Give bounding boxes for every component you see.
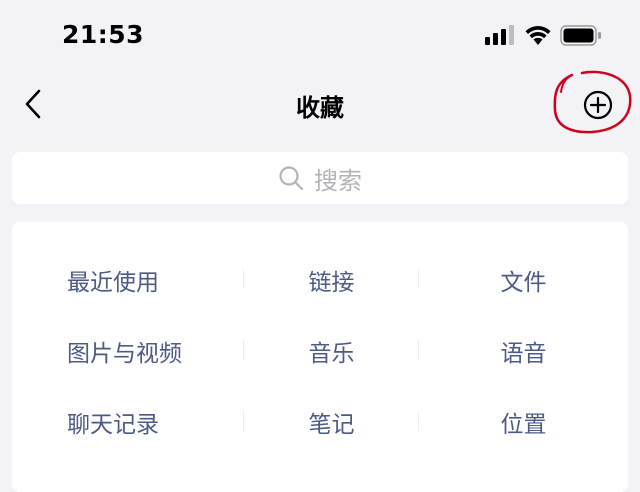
category-label: 图片与视频 bbox=[67, 340, 182, 367]
category-label: 语音 bbox=[500, 340, 547, 367]
category-grid: 最近使用 链接 文件 图片与视频 音乐 语音 聊天记录 笔记 位置 bbox=[12, 244, 628, 457]
page-title: 收藏 bbox=[296, 94, 344, 122]
category-label: 音乐 bbox=[308, 340, 355, 367]
search-input[interactable]: 搜索 bbox=[12, 152, 628, 204]
search-icon bbox=[279, 166, 304, 191]
cellular-signal-icon bbox=[485, 25, 514, 45]
category-label: 聊天记录 bbox=[67, 411, 159, 438]
category-label: 位置 bbox=[500, 411, 547, 438]
category-voice[interactable]: 语音 bbox=[419, 315, 628, 386]
category-panel: 最近使用 链接 文件 图片与视频 音乐 语音 聊天记录 笔记 位置 bbox=[12, 222, 628, 492]
category-recent[interactable]: 最近使用 bbox=[12, 244, 244, 315]
category-label: 最近使用 bbox=[67, 269, 159, 296]
navigation-bar: 收藏 bbox=[0, 70, 640, 140]
category-location[interactable]: 位置 bbox=[419, 386, 628, 457]
category-notes[interactable]: 笔记 bbox=[244, 386, 419, 457]
wifi-icon bbox=[525, 25, 551, 45]
category-links[interactable]: 链接 bbox=[244, 244, 419, 315]
category-label: 链接 bbox=[308, 269, 355, 296]
battery-icon bbox=[560, 25, 601, 46]
category-photos-videos[interactable]: 图片与视频 bbox=[12, 315, 244, 386]
category-label: 笔记 bbox=[308, 411, 355, 438]
category-music[interactable]: 音乐 bbox=[244, 315, 419, 386]
plus-circle-icon bbox=[583, 90, 613, 120]
search-placeholder: 搜索 bbox=[314, 166, 362, 195]
category-chat-history[interactable]: 聊天记录 bbox=[12, 386, 244, 457]
add-button[interactable] bbox=[552, 70, 634, 134]
status-time: 21:53 bbox=[62, 20, 145, 49]
category-files[interactable]: 文件 bbox=[419, 244, 628, 315]
status-bar: 21:53 bbox=[0, 0, 640, 70]
category-label: 文件 bbox=[500, 269, 547, 296]
